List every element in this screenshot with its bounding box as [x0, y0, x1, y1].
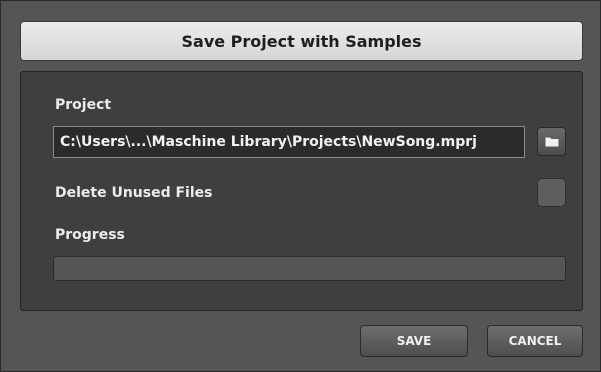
project-path-field[interactable]: C:\Users\...\Maschine Library\Projects\N…	[53, 126, 525, 158]
dialog-title-bar: Save Project with Samples	[20, 21, 583, 61]
options-panel: Project C:\Users\...\Maschine Library\Pr…	[20, 71, 583, 311]
dialog-title: Save Project with Samples	[181, 31, 422, 51]
browse-folder-button[interactable]	[537, 127, 566, 156]
folder-icon	[545, 132, 559, 151]
progress-label: Progress	[55, 227, 125, 243]
cancel-button[interactable]: CANCEL	[487, 325, 583, 357]
save-project-dialog: Save Project with Samples Project C:\Use…	[0, 0, 601, 372]
delete-unused-checkbox[interactable]	[537, 178, 566, 207]
save-button[interactable]: SAVE	[360, 325, 468, 357]
progress-bar	[53, 256, 566, 281]
delete-unused-label: Delete Unused Files	[55, 185, 213, 201]
project-label: Project	[55, 97, 112, 113]
